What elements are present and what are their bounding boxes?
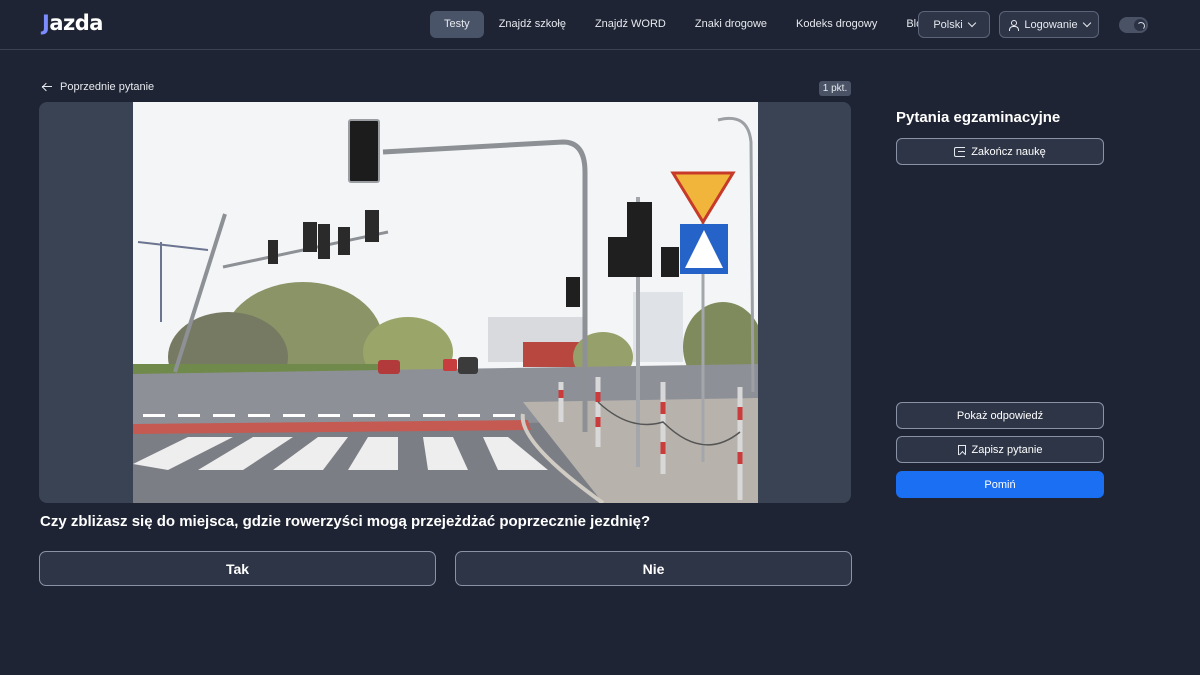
site-logo[interactable]: Jazda	[42, 11, 103, 35]
question-photo	[133, 102, 758, 503]
finish-learning-label: Zakończ naukę	[971, 145, 1046, 158]
language-select[interactable]: Polski	[918, 11, 990, 38]
logo-text: azda	[49, 11, 103, 35]
nav-item-znaki-drogowe[interactable]: Znaki drogowe	[681, 11, 781, 38]
skip-label: Pomiń	[984, 478, 1016, 491]
previous-question-label: Poprzednie pytanie	[60, 81, 155, 93]
language-label: Polski	[933, 18, 963, 31]
show-answer-label: Pokaż odpowiedź	[956, 409, 1044, 422]
user-icon	[1008, 19, 1020, 31]
chevron-down-icon	[967, 18, 976, 28]
nav-item-kodeks-drogowy[interactable]: Kodeks drogowy	[782, 11, 891, 38]
login-label: Logowanie	[1024, 18, 1078, 31]
points-badge: 1 pkt.	[819, 81, 851, 96]
top-navbar: Jazda Testy Znajdź szkołę Znajdź WORD Zn…	[0, 0, 1200, 50]
show-answer-button[interactable]: Pokaż odpowiedź	[896, 402, 1104, 429]
finish-learning-button[interactable]: Zakończ naukę	[896, 138, 1104, 165]
nav-item-znajdz-szkole[interactable]: Znajdź szkołę	[485, 11, 580, 38]
nav-item-testy[interactable]: Testy	[430, 11, 484, 38]
bookmark-icon	[957, 444, 966, 455]
side-panel-title: Pytania egzaminacyjne	[896, 109, 1061, 126]
question-media-panel	[39, 102, 851, 503]
nav-item-znajdz-word[interactable]: Znajdź WORD	[581, 11, 680, 38]
main-nav: Testy Znajdź szkołę Znajdź WORD Znaki dr…	[430, 11, 942, 38]
skip-button[interactable]: Pomiń	[896, 471, 1104, 498]
exit-icon	[954, 146, 966, 157]
answer-yes-button[interactable]: Tak	[39, 551, 436, 586]
arrow-left-icon	[42, 82, 52, 92]
moon-icon	[1134, 19, 1146, 31]
save-question-label: Zapisz pytanie	[971, 443, 1043, 456]
save-question-button[interactable]: Zapisz pytanie	[896, 436, 1104, 463]
answer-no-button[interactable]: Nie	[455, 551, 852, 586]
login-button[interactable]: Logowanie	[999, 11, 1099, 38]
question-text: Czy zbliżasz się do miejsca, gdzie rower…	[40, 513, 651, 530]
previous-question-link[interactable]: Poprzednie pytanie	[42, 81, 154, 93]
theme-toggle[interactable]	[1119, 17, 1148, 33]
chevron-down-icon	[1082, 18, 1091, 28]
